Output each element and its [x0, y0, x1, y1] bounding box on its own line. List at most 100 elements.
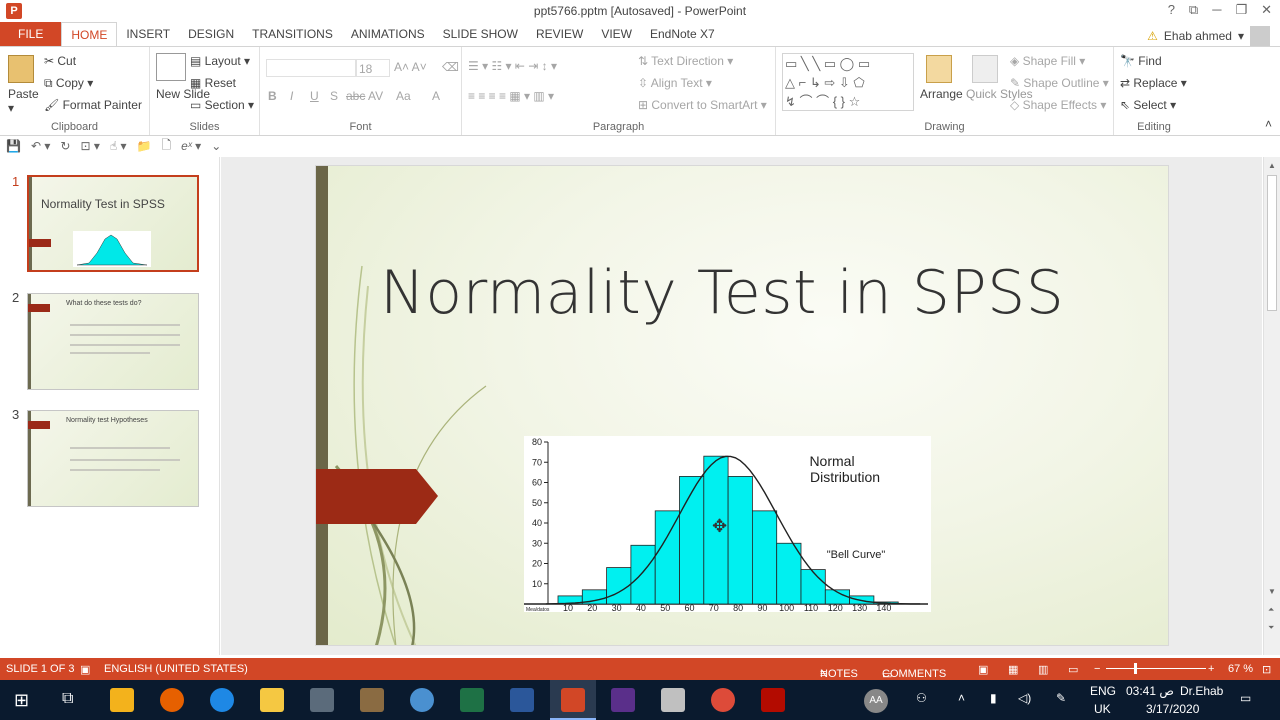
convert-smartart-button[interactable]: ⊞ Convert to SmartArt ▾ — [638, 98, 767, 112]
close-icon[interactable]: ✕ — [1261, 2, 1272, 18]
microphone-icon[interactable]: ▮ — [990, 691, 997, 705]
font-color-button[interactable]: A — [432, 89, 440, 103]
task-view-icon[interactable]: ⧉ — [62, 690, 73, 708]
tab-animations[interactable]: ANIMATIONS — [342, 22, 434, 46]
section-button[interactable]: ▭ Section ▾ — [190, 98, 254, 112]
clear-format-icon[interactable]: ⌫ — [442, 60, 459, 74]
windows-start-icon[interactable]: ⊞ — [14, 690, 29, 711]
language-tray[interactable]: ENG — [1090, 684, 1116, 698]
word-icon[interactable] — [510, 688, 534, 712]
chrome-icon[interactable] — [711, 688, 735, 712]
quick-styles-icon[interactable] — [972, 55, 998, 83]
pen-app-icon[interactable] — [611, 688, 635, 712]
find-button[interactable]: 🔭 Find — [1120, 54, 1162, 68]
shape-fill-button[interactable]: ◈ Shape Fill ▾ — [1010, 54, 1085, 68]
tab-review[interactable]: REVIEW — [527, 22, 592, 46]
slide-thumbnail-2[interactable]: What do these tests do? — [27, 293, 199, 390]
italic-button[interactable]: I — [290, 89, 293, 103]
ribbon-display-icon[interactable]: ⧉ — [1189, 2, 1198, 18]
edge-icon[interactable] — [210, 688, 234, 712]
paste-icon[interactable] — [8, 55, 34, 83]
paste-button[interactable]: Paste — [8, 87, 39, 101]
excel-icon[interactable] — [460, 688, 484, 712]
chevron-down-icon[interactable]: ▾ — [8, 101, 14, 115]
zoom-level[interactable]: 67 % — [1228, 663, 1253, 675]
spell-check-icon[interactable]: ▣ — [80, 663, 90, 676]
tab-design[interactable]: DESIGN — [179, 22, 243, 46]
volume-icon[interactable]: ◁) — [1018, 691, 1031, 705]
fit-slide-icon[interactable]: ⊡ — [1262, 663, 1271, 676]
arrange-button[interactable]: Arrange — [920, 87, 963, 101]
shape-outline-button[interactable]: ✎ Shape Outline ▾ — [1010, 76, 1109, 90]
strikethrough-button[interactable]: abc — [346, 89, 365, 103]
quick-styles-button[interactable]: Quick Styles — [966, 87, 1033, 101]
cut-button[interactable]: ✂ Cut — [44, 54, 76, 68]
bullets-icon[interactable]: ☰ ▾ ☷ ▾ ⇤ ⇥ ↕ ▾ — [468, 59, 557, 73]
zoom-slider-thumb[interactable] — [1134, 663, 1137, 674]
grow-font-icon[interactable]: A˄ A˅ — [394, 60, 427, 74]
shapes-gallery[interactable]: ▭ ╲ ╲ ▭ ◯ ▭ △ ⌐ ↳ ⇨ ⇩ ⬠ ↯ ⌒ ⌒ { } ☆ — [782, 53, 914, 111]
slide-show-icon[interactable]: ▭ — [1068, 663, 1078, 676]
zoom-out-icon[interactable]: − — [1094, 663, 1100, 675]
powerpoint-taskbar-icon[interactable] — [561, 688, 585, 712]
slide-canvas[interactable]: Normality Test in SPSS 10 20 30 40 50 60 70 80 1… — [315, 165, 1169, 646]
tab-file[interactable]: FILE — [0, 22, 62, 46]
minimize-icon[interactable]: ─ — [1212, 2, 1221, 18]
vertical-scrollbar[interactable]: ▲ ▼ ⏶ ⏷ — [1263, 157, 1280, 655]
acrobat-icon[interactable] — [761, 688, 785, 712]
copy-button[interactable]: ⧉ Copy ▾ — [44, 76, 93, 91]
help-icon[interactable]: ? — [1168, 2, 1175, 18]
zoom-slider[interactable] — [1106, 668, 1206, 669]
tab-transitions[interactable]: TRANSITIONS — [243, 22, 342, 46]
open-folder-icon[interactable]: 📁 — [137, 139, 152, 153]
globe-app-icon[interactable] — [410, 688, 434, 712]
people-icon[interactable]: ⚇ — [916, 691, 927, 705]
presenter-icon[interactable]: ⊡ ▾ — [80, 139, 99, 153]
scroll-thumb[interactable] — [1267, 175, 1277, 311]
slide-sorter-icon[interactable]: ▦ — [1008, 663, 1018, 676]
change-case-button[interactable]: Aa — [396, 89, 411, 103]
layout-button[interactable]: ▤ Layout ▾ — [190, 54, 250, 68]
spacing-button[interactable]: AV — [368, 89, 383, 103]
zoom-in-icon[interactable]: + — [1208, 663, 1214, 675]
screenshot-icon[interactable] — [661, 688, 685, 712]
new-slide-icon[interactable] — [156, 53, 186, 81]
normal-distribution-chart[interactable]: 10 20 30 40 50 60 70 80 10 20 30 40 50 60 70 80 90 100 110… — [524, 436, 931, 613]
notifications-icon[interactable]: ▭ — [1240, 691, 1251, 705]
scroll-up-icon[interactable]: ▲ — [1268, 161, 1276, 170]
dictionary-icon[interactable] — [360, 688, 384, 712]
font-name-box[interactable] — [266, 59, 356, 77]
reset-button[interactable]: ▦ Reset — [190, 76, 236, 90]
slide-title[interactable]: Normality Test in SPSS — [380, 258, 1064, 328]
file-explorer-icon[interactable] — [260, 688, 284, 712]
tab-home[interactable]: HOME — [61, 22, 118, 46]
user-avatar[interactable]: AA — [864, 689, 888, 713]
underline-button[interactable]: U — [310, 89, 319, 103]
collapse-ribbon-icon[interactable]: ˄ — [1265, 117, 1272, 131]
shadow-button[interactable]: S — [330, 89, 338, 103]
tray-chevron-icon[interactable]: ˄ — [958, 691, 965, 705]
font-size-box[interactable]: 18 — [356, 59, 390, 77]
replace-button[interactable]: ⇄ Replace ▾ — [1120, 76, 1187, 90]
align-icons[interactable]: ≡ ≡ ≡ ≡ ▦ ▾ ▥ ▾ — [468, 89, 554, 103]
tab-view[interactable]: VIEW — [592, 22, 641, 46]
select-button[interactable]: ⇖ Select ▾ — [1120, 98, 1176, 112]
reading-view-icon[interactable]: ▥ — [1038, 663, 1048, 676]
customize-qat-icon[interactable]: ⌄ — [211, 139, 221, 153]
slide-thumbnail-3[interactable]: Normality test Hypotheses — [27, 410, 199, 507]
align-text-button[interactable]: ⇳ Align Text ▾ — [638, 76, 712, 90]
equation-icon[interactable]: eˣ ▾ — [181, 139, 201, 153]
previous-slide-icon[interactable]: ⏶ — [1268, 605, 1274, 615]
redo-icon[interactable]: ↻ — [60, 139, 70, 153]
calculator-icon[interactable] — [310, 688, 334, 712]
new-document-icon[interactable]: 🗋 — [161, 136, 171, 157]
format-painter-button[interactable]: 🖌 Format Painter — [44, 98, 142, 112]
tab-slide-show[interactable]: SLIDE SHOW — [434, 22, 527, 46]
language-indicator[interactable]: ENGLISH (UNITED STATES) — [104, 663, 248, 675]
touch-mode-icon[interactable]: ☝ ▾ — [110, 139, 127, 153]
normal-view-icon[interactable]: ▣ — [978, 663, 988, 676]
pen-tray-icon[interactable]: ✎ — [1056, 691, 1066, 705]
user-account[interactable]: ⚠ Ehab ahmed ▾ — [1147, 26, 1270, 46]
slide-thumbnail-1[interactable]: Normality Test in SPSS — [27, 175, 199, 272]
arrange-icon[interactable] — [926, 55, 952, 83]
